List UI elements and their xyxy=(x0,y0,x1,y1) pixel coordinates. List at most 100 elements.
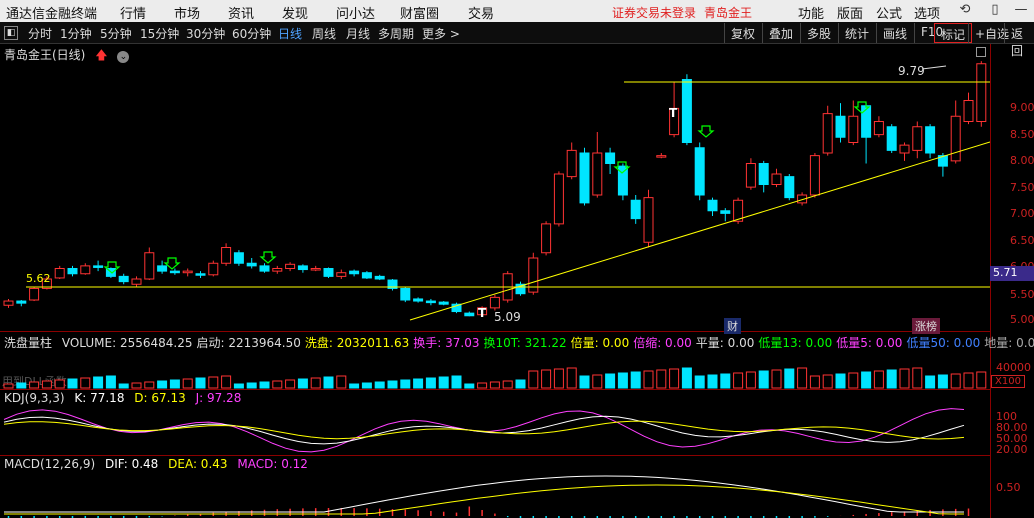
candle-body xyxy=(707,199,718,212)
candle-body xyxy=(425,300,436,304)
volume-bar xyxy=(784,368,795,389)
candle-body xyxy=(873,121,884,136)
candle-body xyxy=(438,301,449,305)
volume-bar xyxy=(886,369,897,389)
volume-bar xyxy=(912,367,923,389)
volume-bar xyxy=(643,370,654,389)
candle-body xyxy=(758,163,769,185)
volume-bar xyxy=(950,373,961,389)
volume-bar xyxy=(3,383,14,389)
volume-bar xyxy=(771,369,782,389)
price-axis-label: 7.50 xyxy=(1010,181,1034,194)
volume-bar xyxy=(592,374,603,389)
volume-bar xyxy=(221,375,232,389)
candle-body xyxy=(413,298,424,302)
volume-bar xyxy=(169,379,180,389)
volume-bar xyxy=(297,378,308,389)
volume-bar xyxy=(528,370,539,389)
volume-bar xyxy=(758,370,769,389)
candle-body xyxy=(592,152,603,196)
candle-body xyxy=(566,149,577,178)
back-button[interactable]: 返回 xyxy=(1004,23,1034,58)
cai-marker[interactable]: 财 xyxy=(724,318,741,334)
candle-body xyxy=(848,115,859,143)
candle-body xyxy=(285,263,296,269)
volume-bar xyxy=(157,380,168,389)
volume-bar xyxy=(566,367,577,389)
candle-body xyxy=(886,126,897,151)
candle-body xyxy=(221,247,232,264)
candle-body xyxy=(489,296,500,309)
volume-bar xyxy=(131,382,142,389)
price-axis-label: 8.50 xyxy=(1010,128,1034,141)
volume-bar xyxy=(67,378,78,389)
volume-bar xyxy=(605,373,616,389)
candle-body xyxy=(297,265,308,271)
price-axis-label: 6.50 xyxy=(1010,234,1034,247)
macd-dea-line xyxy=(4,484,964,515)
zhangbang-marker[interactable]: 涨榜 xyxy=(912,318,940,334)
volume-bar xyxy=(310,377,321,389)
volume-bar xyxy=(93,376,104,389)
price-axis-label: 5.00 xyxy=(1010,313,1034,326)
candle-body xyxy=(694,147,705,196)
volume-bar xyxy=(963,372,974,389)
high-pointer xyxy=(921,65,947,70)
axis-separator xyxy=(990,44,991,518)
volume-bar xyxy=(669,368,680,389)
candle-body xyxy=(861,105,872,138)
candle-body xyxy=(3,300,14,306)
price-axis-label: 5.50 xyxy=(1010,288,1034,301)
volume-bar xyxy=(835,373,846,389)
price-axis-label: 7.00 xyxy=(1010,207,1034,220)
high-price-label: 9.79 xyxy=(898,64,925,78)
candle-body xyxy=(963,100,974,122)
macd-dif-line xyxy=(4,475,964,513)
t-marker: T xyxy=(669,106,678,120)
volume-bar xyxy=(259,381,270,389)
candle-body xyxy=(195,273,206,276)
volume-bar xyxy=(336,375,347,389)
candle-body xyxy=(310,268,321,271)
candle-body xyxy=(182,270,193,274)
volume-bar xyxy=(438,376,449,389)
volume-bar xyxy=(323,376,334,389)
volume-bar xyxy=(937,374,948,389)
volume-bar xyxy=(630,371,641,389)
candle-body xyxy=(374,275,385,280)
candle-body xyxy=(349,270,360,275)
candle-body xyxy=(630,199,641,220)
down-arrow-icon xyxy=(259,251,277,264)
volume-bar xyxy=(272,380,283,389)
candle-body xyxy=(400,287,411,301)
current-price-tag: 5.71 xyxy=(990,266,1034,281)
volume-bar xyxy=(80,377,91,389)
support-price-label: 5.62 xyxy=(26,272,51,285)
t-marker: T xyxy=(478,306,487,320)
candle-body xyxy=(835,115,846,138)
volume-bar xyxy=(233,383,244,389)
volume-bar xyxy=(656,369,667,389)
kdj-axis-label: 20.00 xyxy=(996,443,1028,456)
candle-body xyxy=(925,126,936,154)
candle-body xyxy=(67,268,78,275)
volume-bar xyxy=(873,370,884,389)
volume-bar xyxy=(182,378,193,389)
candle-body xyxy=(464,312,475,317)
down-arrow-icon xyxy=(697,125,715,138)
candle-body xyxy=(809,155,820,196)
candle-body xyxy=(822,113,833,154)
price-axis-label: 8.00 xyxy=(1010,154,1034,167)
minimize-icon[interactable]: — xyxy=(1012,2,1030,20)
volume-bar xyxy=(285,379,296,389)
candle-body xyxy=(246,262,257,267)
volume-bar xyxy=(374,381,385,389)
volume-bar xyxy=(861,371,872,389)
candle-body xyxy=(912,126,923,151)
volume-bar xyxy=(208,376,219,389)
candle-body xyxy=(553,173,564,225)
candle-body xyxy=(950,115,961,162)
volume-unit-badge: X100 xyxy=(991,375,1025,388)
candle-body xyxy=(157,265,168,272)
kline-chart[interactable] xyxy=(0,0,990,518)
